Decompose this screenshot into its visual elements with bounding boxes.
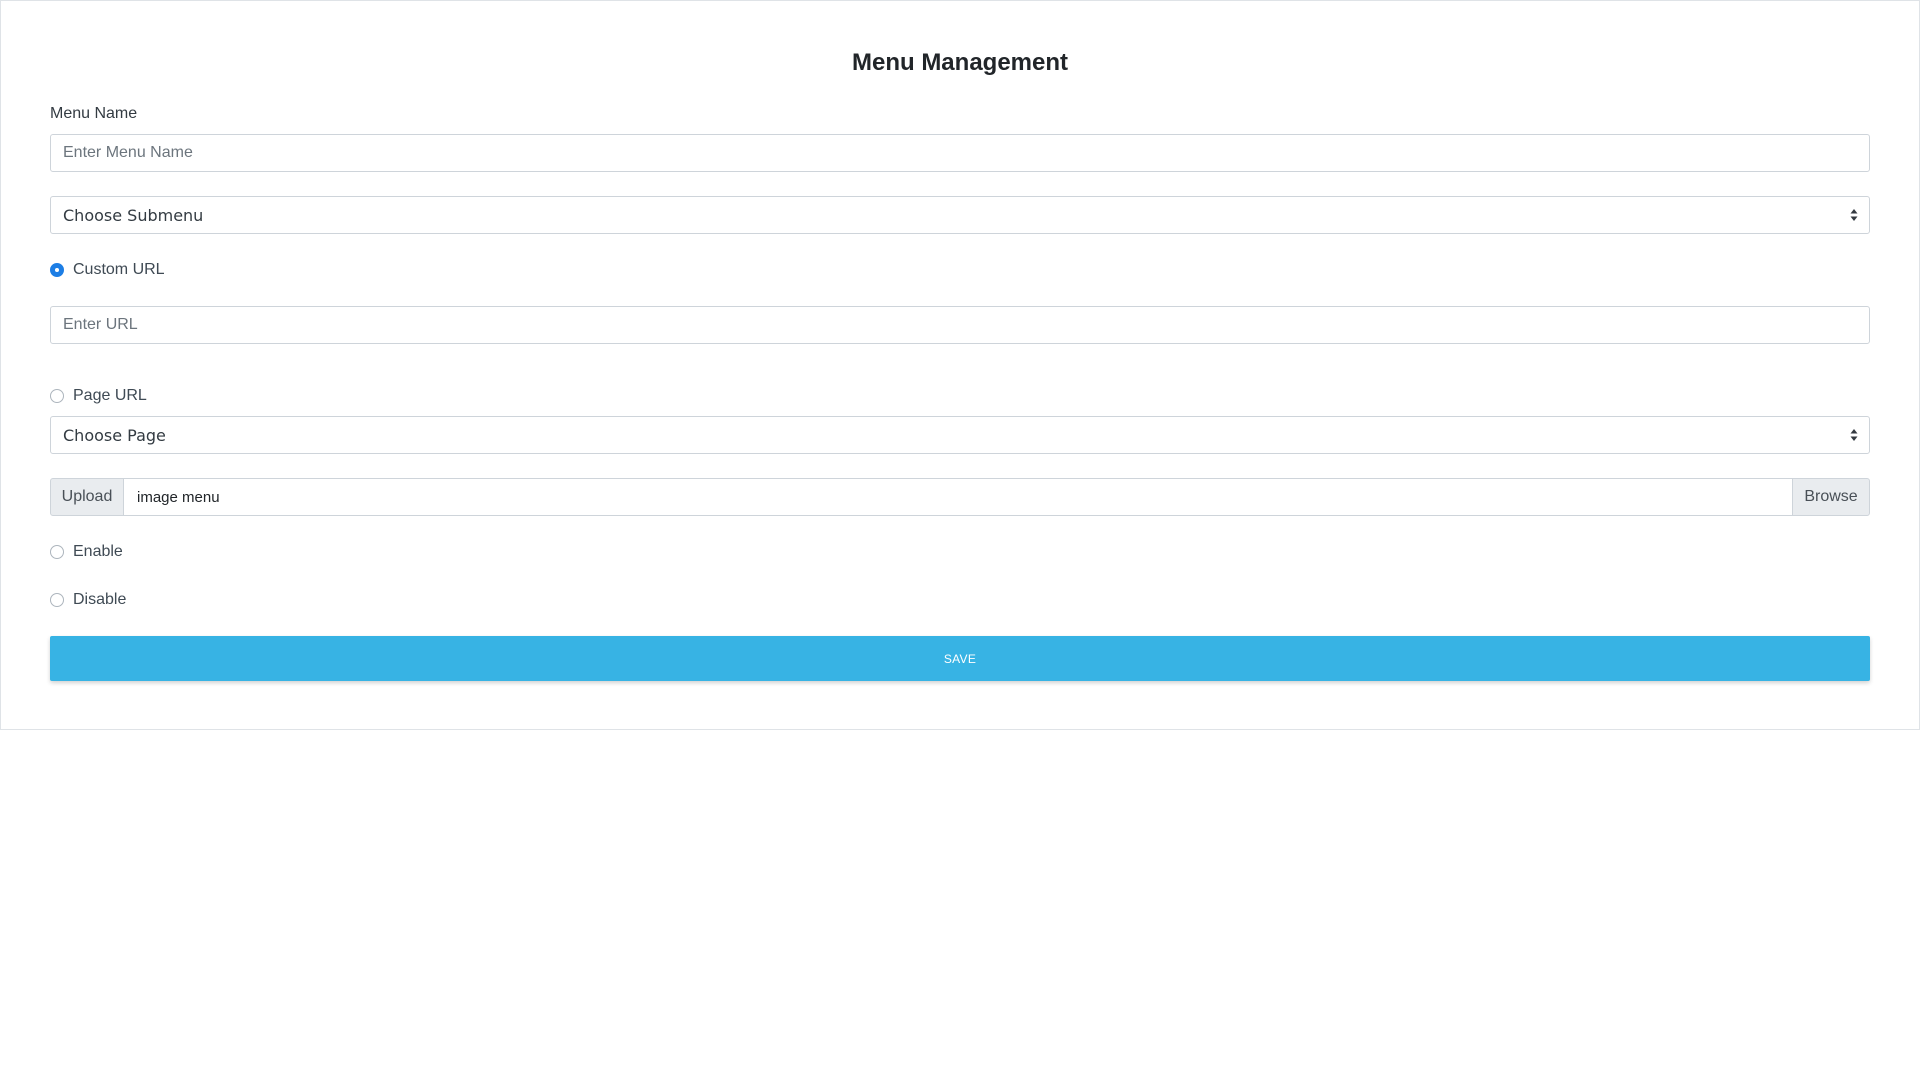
page-title: Menu Management <box>851 49 1069 76</box>
save-button[interactable]: SAVE <box>50 636 1870 681</box>
url-input[interactable] <box>50 306 1870 344</box>
page-url-label: Page URL <box>73 387 147 404</box>
menu-management-card: Menu Management Menu Name Choose Submenu… <box>0 0 1920 730</box>
page-select-value: Choose Page <box>63 425 166 445</box>
submenu-select[interactable]: Choose Submenu <box>50 196 1870 234</box>
disable-radio-option[interactable]: Disable <box>50 591 126 609</box>
enable-radio-option[interactable]: Enable <box>50 543 123 561</box>
upload-input-group: Upload image menu Browse <box>50 478 1870 516</box>
custom-url-label: Custom URL <box>73 261 165 278</box>
enable-radio[interactable] <box>50 545 64 559</box>
disable-label: Disable <box>73 591 127 608</box>
select-arrows-icon <box>1850 429 1858 441</box>
submenu-select-value: Choose Submenu <box>63 205 204 225</box>
custom-url-radio-option[interactable]: Custom URL <box>50 261 165 279</box>
browse-button[interactable]: Browse <box>1792 478 1870 516</box>
page-url-radio-option[interactable]: Page URL <box>50 387 147 405</box>
enable-label: Enable <box>73 543 123 560</box>
upload-prefix-label: Upload <box>50 478 124 516</box>
menu-name-input[interactable] <box>50 134 1870 172</box>
select-arrows-icon <box>1850 209 1858 221</box>
page-select[interactable]: Choose Page <box>50 416 1870 454</box>
menu-name-label: Menu Name <box>50 105 138 122</box>
page-url-radio[interactable] <box>50 389 64 403</box>
upload-file-input[interactable]: image menu <box>124 478 1792 516</box>
disable-radio[interactable] <box>50 593 64 607</box>
custom-url-radio[interactable] <box>50 263 64 277</box>
